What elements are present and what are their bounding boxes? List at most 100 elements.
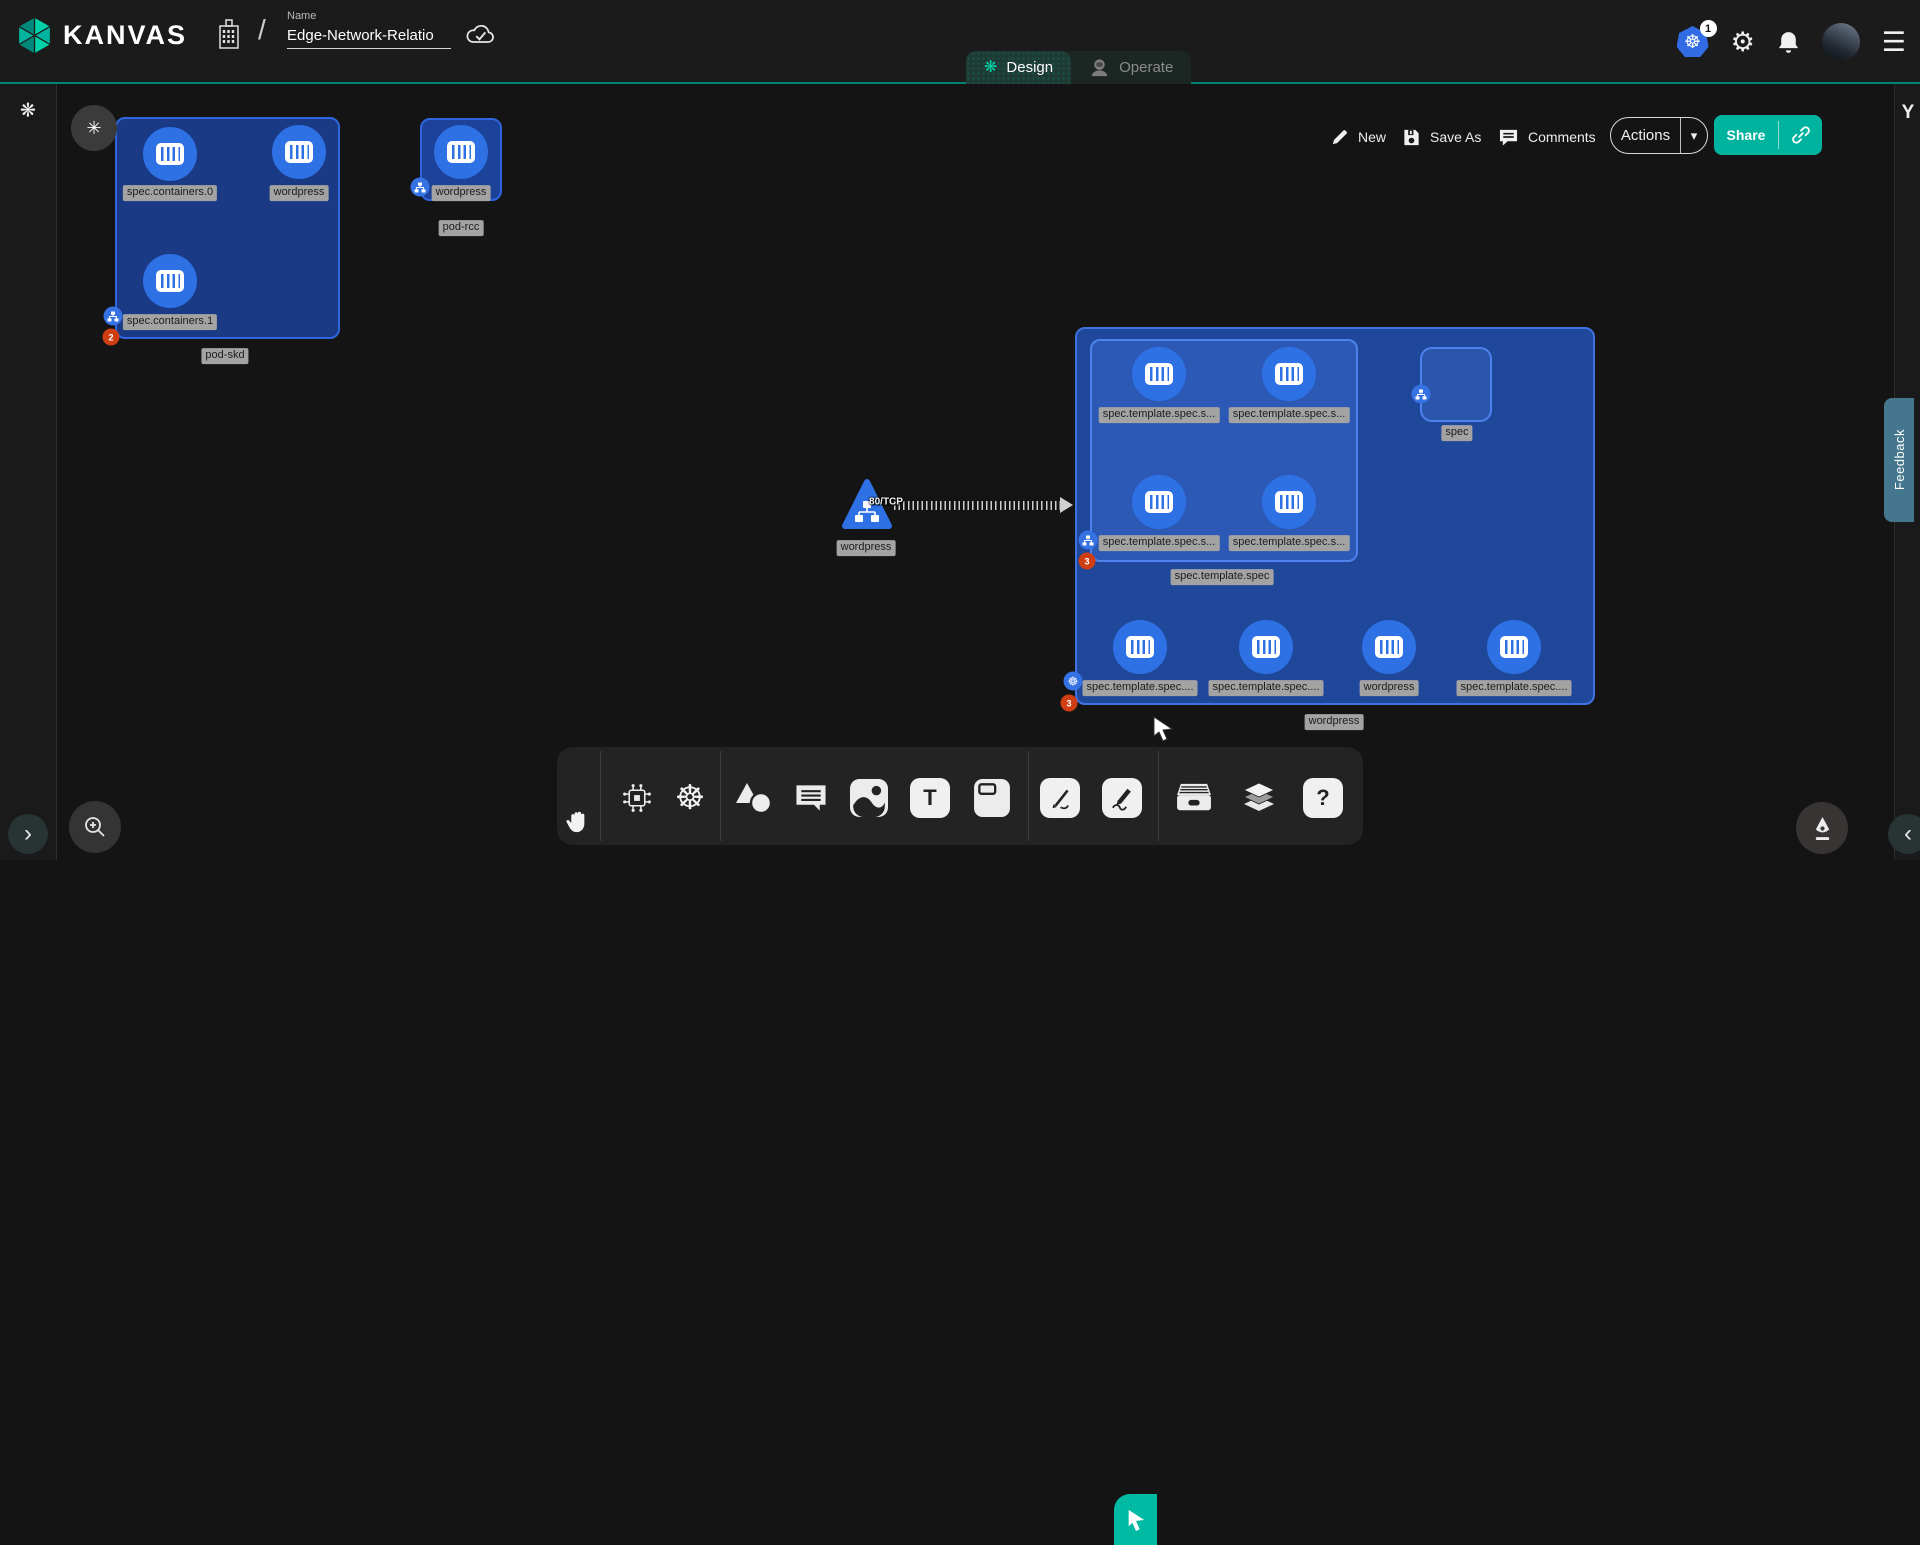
new-button[interactable]: New: [1330, 122, 1386, 152]
node-label: wordpress: [270, 185, 329, 201]
comment-bubble-icon: [794, 783, 829, 814]
actions-button-label: Actions: [1611, 127, 1680, 144]
design-name-input[interactable]: [287, 25, 451, 49]
sitemap-badge-icon[interactable]: [1079, 531, 1098, 550]
tab-design[interactable]: ❋ Design: [966, 51, 1071, 84]
help-tool[interactable]: ?: [1303, 778, 1343, 818]
note-tool[interactable]: [974, 779, 1010, 817]
zoom-search-button[interactable]: [69, 801, 121, 853]
settings-gear-icon[interactable]: ⚙: [1731, 29, 1755, 56]
pencil-sketch-icon: [1102, 778, 1142, 818]
layers-tool[interactable]: [1241, 781, 1277, 815]
container-node[interactable]: [1262, 475, 1316, 529]
sitemap-badge-icon[interactable]: [411, 178, 430, 197]
container-icon: [1275, 363, 1303, 385]
k8s-icon: ☸: [1684, 33, 1701, 52]
sitemap-badge-icon[interactable]: [1412, 385, 1431, 404]
sketch-tool[interactable]: [1102, 778, 1142, 818]
new-button-label: New: [1358, 129, 1386, 145]
design-canvas[interactable]: ✳ spec.containers.0 wordpress spec.conta…: [0, 0, 1920, 860]
container-icon: [1145, 491, 1173, 513]
group-label: wordpress: [1305, 714, 1364, 730]
toolbar-divider: [720, 751, 721, 841]
name-field-label: Name: [287, 10, 451, 22]
node-spec[interactable]: [1420, 347, 1492, 422]
container-node[interactable]: [1113, 620, 1167, 674]
image-icon: [850, 779, 888, 817]
pen-tool[interactable]: [1040, 778, 1080, 818]
container-node[interactable]: [1487, 620, 1541, 674]
pan-tool[interactable]: [566, 809, 591, 836]
k8s-context-switcher[interactable]: ☸ 1: [1677, 26, 1709, 58]
node-label: spec.containers.1: [123, 314, 217, 330]
error-badge[interactable]: 3: [1079, 553, 1096, 570]
shapes-tool[interactable]: [734, 781, 772, 815]
chevron-down-icon[interactable]: ▾: [1681, 128, 1707, 144]
menu-hamburger-icon[interactable]: ☰: [1882, 29, 1906, 56]
container-node[interactable]: [1362, 620, 1416, 674]
user-avatar[interactable]: [1822, 23, 1860, 61]
feedback-label: Feedback: [1892, 429, 1907, 490]
container-icon: [1126, 636, 1154, 658]
components-tool[interactable]: [620, 781, 655, 816]
node-label: spec.template.spec....: [1083, 680, 1198, 696]
container-icon: [1375, 636, 1403, 658]
k8s-wheel-icon: ☸: [675, 781, 705, 815]
container-node[interactable]: [1239, 620, 1293, 674]
service-edge[interactable]: [894, 501, 1062, 510]
error-badge[interactable]: 3: [1061, 695, 1078, 712]
node-label: spec.template.spec.s...: [1099, 407, 1220, 423]
help-icon: ?: [1303, 778, 1343, 818]
comments-button[interactable]: Comments: [1498, 122, 1596, 152]
pen-line-icon: [1040, 778, 1080, 818]
hand-icon: [566, 809, 591, 836]
pen-mode-button[interactable]: [1796, 802, 1848, 854]
design-tab-icon: ❋: [984, 60, 997, 76]
select-tool[interactable]: [1114, 1494, 1157, 1545]
comment-tool[interactable]: [794, 783, 829, 814]
meshery-spiral-icon[interactable]: ❋: [20, 100, 36, 123]
operate-tab-label: Operate: [1119, 59, 1173, 76]
expand-right-panel-button[interactable]: ‹: [1888, 814, 1920, 854]
k8s-badge-icon[interactable]: ☸: [1064, 672, 1083, 691]
container-node[interactable]: [434, 125, 488, 179]
y-tool-icon[interactable]: Y: [1902, 102, 1915, 124]
organization-icon[interactable]: [216, 18, 242, 50]
error-badge[interactable]: 2: [103, 329, 120, 346]
text-tool[interactable]: T: [910, 778, 950, 818]
comments-button-label: Comments: [1528, 129, 1596, 145]
container-node[interactable]: [272, 125, 326, 179]
actions-dropdown-button[interactable]: Actions ▾: [1610, 117, 1708, 154]
text-icon: T: [910, 778, 950, 818]
drawer-tool[interactable]: [1174, 782, 1214, 814]
edge-arrowhead-icon: [1060, 497, 1073, 513]
container-node[interactable]: [1132, 475, 1186, 529]
container-icon: [285, 141, 313, 163]
node-label: spec.template.spec.s...: [1229, 535, 1350, 551]
cloud-sync-icon[interactable]: [464, 22, 496, 46]
kubernetes-tool[interactable]: ☸: [675, 781, 705, 815]
expand-left-panel-button[interactable]: ›: [8, 814, 48, 854]
container-icon: [1500, 636, 1528, 658]
group-spec-template-spec[interactable]: [1090, 339, 1358, 562]
k8s-context-count-badge: 1: [1700, 20, 1717, 37]
save-as-button[interactable]: Save As: [1402, 122, 1481, 152]
notifications-bell-icon[interactable]: [1777, 30, 1800, 55]
sitemap-badge-icon[interactable]: [104, 307, 123, 326]
feedback-tab[interactable]: Feedback: [1884, 398, 1914, 522]
chip-icon: [620, 781, 655, 816]
share-button[interactable]: Share: [1714, 115, 1822, 155]
copy-link-icon[interactable]: [1779, 125, 1822, 145]
node-label: wordpress: [1360, 680, 1419, 696]
chevron-right-icon: ›: [24, 820, 32, 848]
image-tool[interactable]: [850, 779, 888, 817]
container-node[interactable]: [1132, 347, 1186, 401]
container-node[interactable]: [143, 127, 197, 181]
container-node[interactable]: [143, 254, 197, 308]
brand[interactable]: KANVAS: [16, 15, 187, 56]
group-handle-icon[interactable]: ✳: [71, 105, 117, 151]
container-icon: [1145, 363, 1173, 385]
mouse-cursor: [1152, 716, 1176, 742]
tab-operate[interactable]: Operate: [1071, 51, 1191, 84]
container-node[interactable]: [1262, 347, 1316, 401]
